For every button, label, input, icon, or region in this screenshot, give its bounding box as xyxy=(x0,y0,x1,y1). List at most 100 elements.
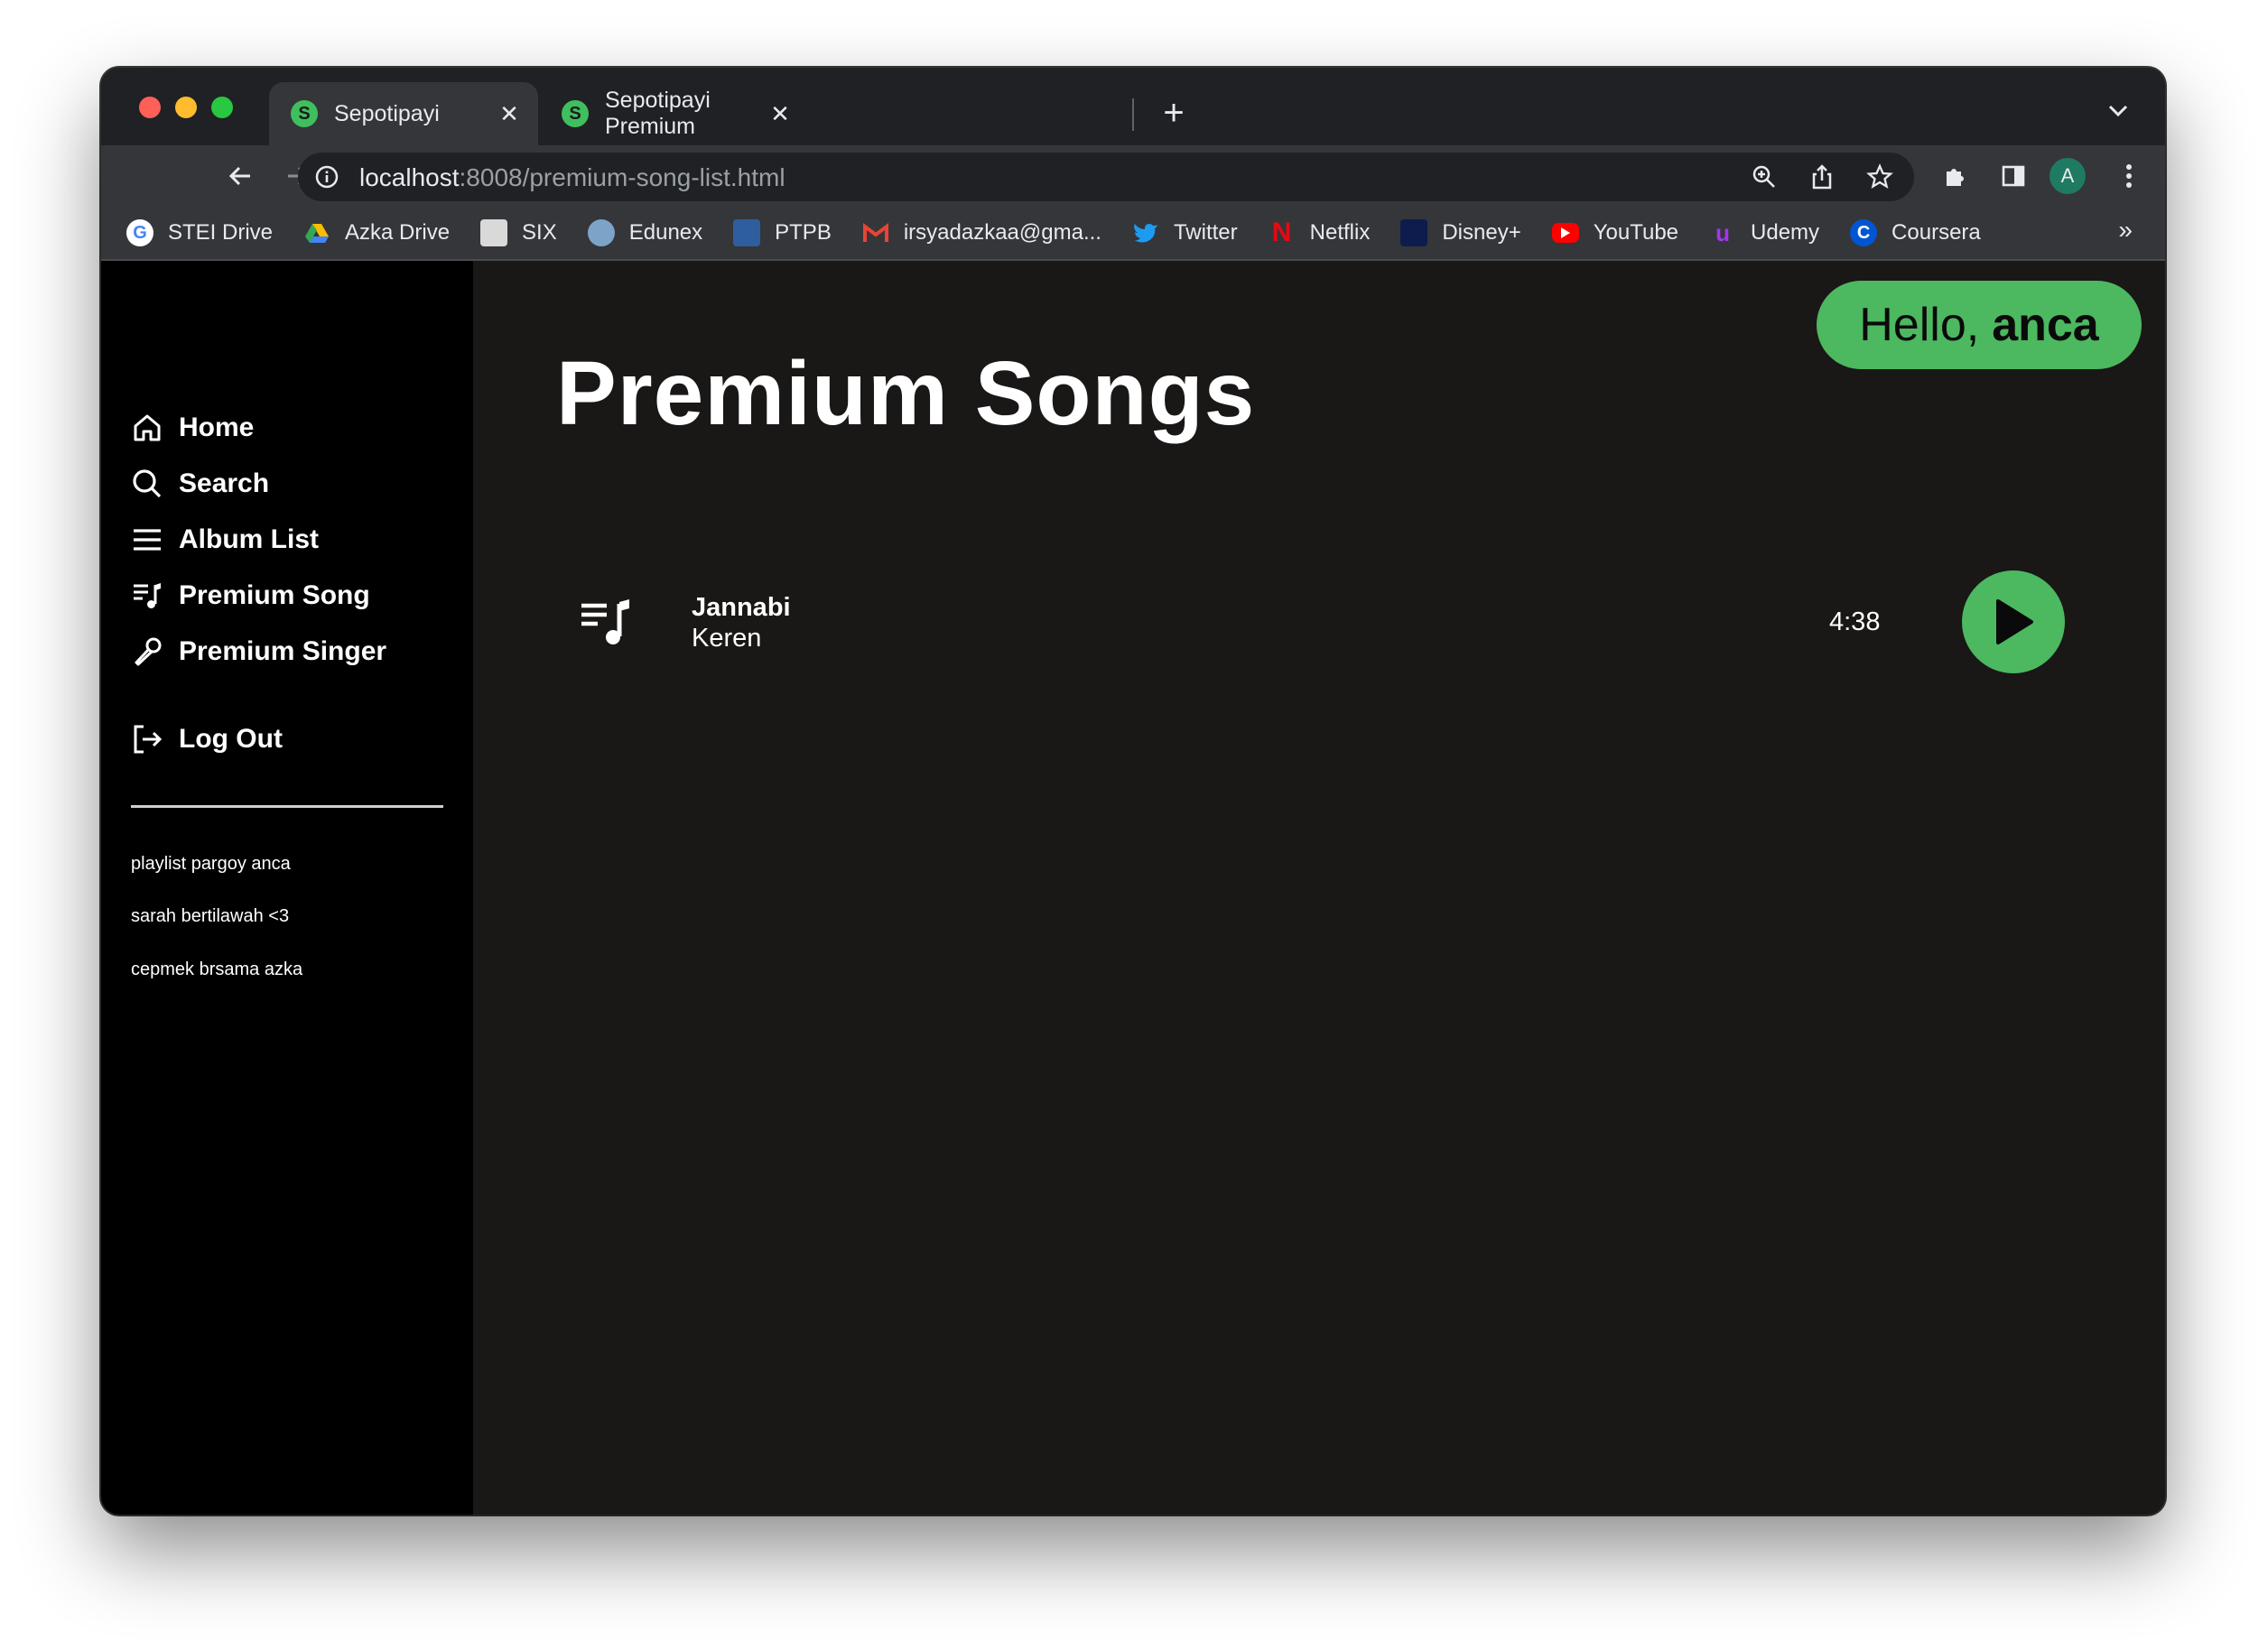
song-duration: 4:38 xyxy=(1829,607,1881,636)
tab-title: Sepotipayi xyxy=(334,100,440,126)
zoom-icon[interactable] xyxy=(1746,159,1782,195)
nav-premium-singer[interactable]: Premium Singer xyxy=(130,631,386,672)
maximize-window-button[interactable] xyxy=(211,97,233,118)
bookmark-label: Disney+ xyxy=(1442,220,1521,245)
netflix-icon: N xyxy=(1271,218,1292,247)
username: anca xyxy=(1992,299,2099,351)
nav-label: Home xyxy=(179,412,255,442)
logout-icon xyxy=(130,722,164,756)
nav-premium-song[interactable]: Premium Song xyxy=(130,575,370,616)
google-icon: G xyxy=(126,219,153,246)
user-greeting-badge[interactable]: Hello, anca xyxy=(1817,281,2142,369)
tab-close-icon[interactable]: ✕ xyxy=(493,97,525,130)
list-icon xyxy=(130,523,164,557)
address-bar[interactable]: localhost:8008/premium-song-list.html xyxy=(298,153,1914,201)
url-path: :8008/premium-song-list.html xyxy=(459,163,785,191)
bookmark-ptpb[interactable]: PTPB xyxy=(733,219,832,246)
url-host: localhost xyxy=(359,163,460,191)
bookmark-label: Netflix xyxy=(1309,220,1371,245)
back-icon[interactable] xyxy=(218,154,262,198)
tab-favicon-icon: S xyxy=(562,100,589,127)
bookmark-star-icon[interactable] xyxy=(1862,159,1898,195)
bookmark-udemy[interactable]: u Udemy xyxy=(1709,219,1819,246)
nav-search[interactable]: Search xyxy=(130,463,269,505)
edunex-icon xyxy=(587,219,615,246)
nav-label: Premium Singer xyxy=(179,636,387,666)
bookmark-twitter[interactable]: Twitter xyxy=(1132,219,1238,246)
gmail-icon xyxy=(862,219,889,246)
youtube-icon xyxy=(1551,223,1579,243)
bookmark-label: irsyadazkaa@gma... xyxy=(903,220,1101,245)
web-page: Home Search Album List Premium Song Prem… xyxy=(101,261,2165,1515)
nav-label: Premium Song xyxy=(179,580,370,610)
bookmark-label: Coursera xyxy=(1892,220,1981,245)
share-icon[interactable] xyxy=(1804,159,1840,195)
page-title: Premium Songs xyxy=(556,343,1256,444)
drive-icon xyxy=(303,219,330,246)
bookmark-label: Edunex xyxy=(628,220,703,245)
bookmark-azka-drive[interactable]: Azka Drive xyxy=(303,219,450,246)
profile-avatar[interactable]: A xyxy=(2050,158,2086,194)
play-icon xyxy=(1996,599,2033,644)
play-button[interactable] xyxy=(1962,570,2065,673)
disney-icon xyxy=(1400,219,1428,246)
playlist-music-icon xyxy=(130,579,164,613)
song-playlist-icon xyxy=(580,598,634,654)
bookmark-gmail[interactable]: irsyadazkaa@gma... xyxy=(862,219,1101,246)
browser-menu-kebab-icon[interactable] xyxy=(2107,154,2151,198)
tab-strip: S Sepotipayi ✕ S Sepotipayi Premium ✕ + xyxy=(101,68,2165,145)
bookmarks-bar: G STEI Drive Azka Drive SIX Edunex PTPB … xyxy=(101,207,2165,261)
microphone-icon xyxy=(130,635,164,669)
bookmark-coursera[interactable]: C Coursera xyxy=(1850,219,1981,246)
coursera-icon: C xyxy=(1850,219,1878,246)
bookmark-label: Azka Drive xyxy=(345,220,451,245)
url-text: localhost:8008/premium-song-list.html xyxy=(359,163,785,192)
tab-search-chevron-icon[interactable] xyxy=(2098,91,2138,131)
six-icon xyxy=(480,219,508,246)
song-title: Jannabi xyxy=(692,593,791,622)
ptpb-icon xyxy=(733,219,761,246)
browser-window: S Sepotipayi ✕ S Sepotipayi Premium ✕ + xyxy=(101,68,2165,1515)
song-row[interactable]: Jannabi Keren 4:38 xyxy=(556,568,2100,676)
nav-album-list[interactable]: Album List xyxy=(130,519,319,561)
nav-log-out[interactable]: Log Out xyxy=(130,718,283,760)
bookmark-label: Udemy xyxy=(1751,220,1820,245)
bookmark-label: SIX xyxy=(522,220,557,245)
udemy-icon: u xyxy=(1715,218,1730,246)
browser-tab[interactable]: S Sepotipayi Premium ✕ xyxy=(540,82,809,145)
bookmark-edunex[interactable]: Edunex xyxy=(587,219,703,246)
bookmark-youtube[interactable]: YouTube xyxy=(1551,220,1679,246)
site-info-icon[interactable] xyxy=(314,164,339,194)
nav-label: Search xyxy=(179,468,270,498)
nav-home[interactable]: Home xyxy=(130,407,254,449)
nav-label: Log Out xyxy=(179,724,283,754)
tab-favicon-icon: S xyxy=(291,100,318,127)
bookmark-label: YouTube xyxy=(1593,220,1679,245)
sidebar: Home Search Album List Premium Song Prem… xyxy=(101,261,473,1515)
bookmark-label: STEI Drive xyxy=(168,220,274,245)
bookmark-six[interactable]: SIX xyxy=(480,219,557,246)
minimize-window-button[interactable] xyxy=(175,97,197,118)
tab-close-icon[interactable]: ✕ xyxy=(764,97,796,130)
new-tab-button[interactable]: + xyxy=(1152,91,1195,134)
bookmark-stei-drive[interactable]: G STEI Drive xyxy=(126,219,273,246)
extensions-puzzle-icon[interactable] xyxy=(1934,154,1977,198)
nav-label: Album List xyxy=(179,524,319,554)
side-panel-icon[interactable] xyxy=(1992,154,2035,198)
bookmark-netflix[interactable]: N Netflix xyxy=(1269,218,1371,247)
playlist-item[interactable]: playlist pargoy anca xyxy=(131,854,291,875)
bookmark-label: PTPB xyxy=(775,220,832,245)
playlist-item[interactable]: cepmek brsama azka xyxy=(131,959,302,980)
tab-title: Sepotipayi Premium xyxy=(605,88,711,139)
home-icon xyxy=(130,411,164,445)
bookmark-label: Twitter xyxy=(1173,220,1238,245)
close-window-button[interactable] xyxy=(139,97,161,118)
bookmarks-overflow-button[interactable]: » xyxy=(2118,216,2133,245)
bookmark-disney[interactable]: Disney+ xyxy=(1400,219,1521,246)
song-artist: Keren xyxy=(692,624,762,653)
search-icon xyxy=(130,467,164,501)
tab-separator xyxy=(1132,98,1134,131)
twitter-icon xyxy=(1132,219,1159,246)
playlist-item[interactable]: sarah bertilawah <3 xyxy=(131,906,289,927)
browser-tab[interactable]: S Sepotipayi ✕ xyxy=(269,82,538,145)
